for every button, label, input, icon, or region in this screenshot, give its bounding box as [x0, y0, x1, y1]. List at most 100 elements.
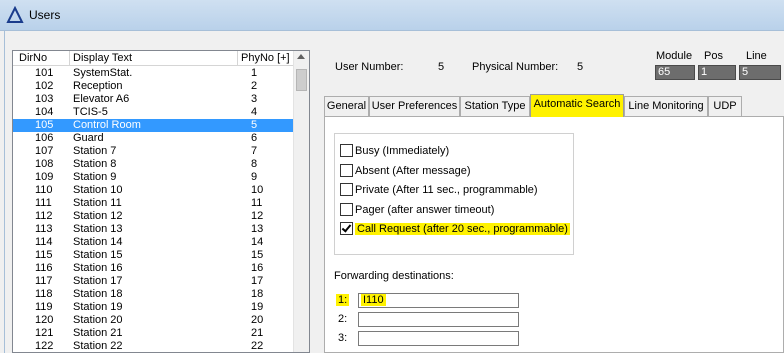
scroll-up-icon[interactable]	[297, 54, 305, 59]
table-row[interactable]: 105 Control Room 5	[13, 119, 294, 132]
phyno-cell: 6	[251, 132, 258, 144]
table-row[interactable]: 107 Station 7 7	[13, 145, 294, 158]
forwarding-input-1[interactable]: I110	[358, 293, 519, 308]
phyno-cell: 2	[251, 80, 258, 92]
display-text-cell: Station 14	[73, 236, 123, 248]
dirno-cell: 106	[35, 132, 54, 144]
pos-label: Pos	[704, 50, 723, 62]
display-text-cell: Reception	[73, 80, 123, 92]
forwarding-number-2: 2:	[338, 313, 348, 325]
tab-user-preferences[interactable]: User Preferences	[369, 96, 460, 116]
call-request-checkbox[interactable]	[340, 222, 353, 235]
phyno-cell: 17	[251, 275, 264, 287]
tab-station-type[interactable]: Station Type	[460, 96, 530, 116]
table-row[interactable]: 115 Station 15 15	[13, 249, 294, 262]
tab-udp[interactable]: UDP	[708, 96, 742, 116]
column-header-dirno[interactable]: DirNo	[19, 52, 47, 64]
phyno-cell: 8	[251, 158, 258, 170]
forwarding-input-3[interactable]	[358, 331, 519, 346]
phyno-cell: 11	[251, 197, 263, 209]
dirno-cell: 120	[35, 314, 54, 326]
table-row[interactable]: 118 Station 18 18	[13, 288, 294, 301]
phyno-cell: 21	[251, 327, 264, 339]
private-checkbox[interactable]	[340, 183, 353, 196]
table-row[interactable]: 121 Station 21 21	[13, 327, 294, 340]
phyno-cell: 7	[251, 145, 258, 157]
list-rows: 101 SystemStat. 1 102 Reception 2 103 Elevator …	[13, 67, 294, 352]
physical-number-value: 5	[577, 61, 584, 73]
table-row[interactable]: 113 Station 13 13	[13, 223, 294, 236]
dirno-cell: 103	[35, 93, 54, 105]
dirno-cell: 110	[35, 184, 53, 196]
line-label: Line	[746, 50, 767, 62]
column-header-display-text[interactable]: Display Text	[73, 52, 132, 64]
table-row[interactable]: 103 Elevator A6 3	[13, 93, 294, 106]
phyno-cell: 18	[251, 288, 264, 300]
display-text-cell: Station 16	[73, 262, 123, 274]
table-row[interactable]: 120 Station 20 20	[13, 314, 294, 327]
app-triangle-icon	[6, 6, 24, 23]
forwarding-number-1: 1:	[336, 294, 350, 306]
table-row[interactable]: 102 Reception 2	[13, 80, 294, 93]
dirno-cell: 109	[35, 171, 54, 183]
checkmark-icon	[341, 222, 352, 233]
dirno-cell: 122	[35, 340, 54, 352]
table-row[interactable]: 106 Guard 6	[13, 132, 294, 145]
pager-checkbox[interactable]	[340, 203, 353, 216]
table-row[interactable]: 119 Station 19 19	[13, 301, 294, 314]
phyno-cell: 15	[251, 249, 264, 261]
dirno-cell: 102	[35, 80, 54, 92]
table-row[interactable]: 110 Station 10 10	[13, 184, 294, 197]
column-separator[interactable]	[69, 51, 70, 66]
phyno-cell: 3	[251, 93, 258, 105]
busy-checkbox[interactable]	[340, 144, 353, 157]
tab-automatic-search[interactable]: Automatic Search	[530, 94, 624, 117]
phyno-cell: 12	[251, 210, 264, 222]
dirno-cell: 116	[35, 262, 53, 274]
table-row[interactable]: 114 Station 14 14	[13, 236, 294, 249]
tab-general[interactable]: General	[324, 96, 369, 116]
title-bar: Users	[0, 0, 784, 31]
column-header-phyno[interactable]: PhyNo [+]	[241, 52, 290, 64]
display-text-cell: Station 11	[73, 197, 122, 209]
pos-field: 1	[698, 65, 736, 80]
absent-checkbox[interactable]	[340, 164, 353, 177]
user-list[interactable]: DirNo Display Text PhyNo [+] 101 SystemSt…	[12, 50, 310, 353]
list-scrollbar[interactable]	[293, 51, 309, 352]
phyno-cell: 1	[251, 67, 258, 79]
display-text-cell: Station 13	[73, 223, 123, 235]
dirno-cell: 108	[35, 158, 54, 170]
table-row[interactable]: 104 TCIS-5 4	[13, 106, 294, 119]
column-separator[interactable]	[237, 51, 238, 66]
table-row[interactable]: 109 Station 9 9	[13, 171, 294, 184]
dirno-cell: 101	[35, 67, 54, 79]
tab-line-monitoring[interactable]: Line Monitoring	[624, 96, 708, 116]
table-row[interactable]: 111 Station 11 11	[13, 197, 294, 210]
phyno-cell: 9	[251, 171, 258, 183]
table-row[interactable]: 116 Station 16 16	[13, 262, 294, 275]
display-text-cell: Station 21	[73, 327, 123, 339]
phyno-cell: 19	[251, 301, 264, 313]
table-row[interactable]: 112 Station 12 12	[13, 210, 294, 223]
table-row[interactable]: 101 SystemStat. 1	[13, 67, 294, 80]
table-row[interactable]: 108 Station 8 8	[13, 158, 294, 171]
display-text-cell: Station 17	[73, 275, 123, 287]
table-row[interactable]: 117 Station 17 17	[13, 275, 294, 288]
dirno-cell: 115	[35, 249, 53, 261]
module-label: Module	[656, 50, 693, 62]
forwarding-input-2[interactable]	[358, 312, 519, 327]
display-text-cell: Station 20	[73, 314, 123, 326]
pager-label: Pager (after answer timeout)	[355, 204, 495, 216]
dirno-cell: 113	[35, 223, 53, 235]
phyno-cell: 16	[251, 262, 264, 274]
forwarding-number-3: 3:	[338, 332, 348, 344]
physical-number-label: Physical Number:	[472, 61, 559, 73]
table-row[interactable]: 122 Station 22 22	[13, 340, 294, 352]
display-text-cell: Station 9	[73, 171, 117, 183]
dirno-cell: 119	[35, 301, 53, 313]
display-text-cell: SystemStat.	[73, 67, 133, 79]
user-info-panel: User Number: 5 Physical Number: 5 Module…	[320, 45, 784, 91]
scroll-thumb[interactable]	[296, 69, 307, 91]
display-text-cell: Elevator A6	[73, 93, 130, 105]
phyno-cell: 10	[251, 184, 264, 196]
